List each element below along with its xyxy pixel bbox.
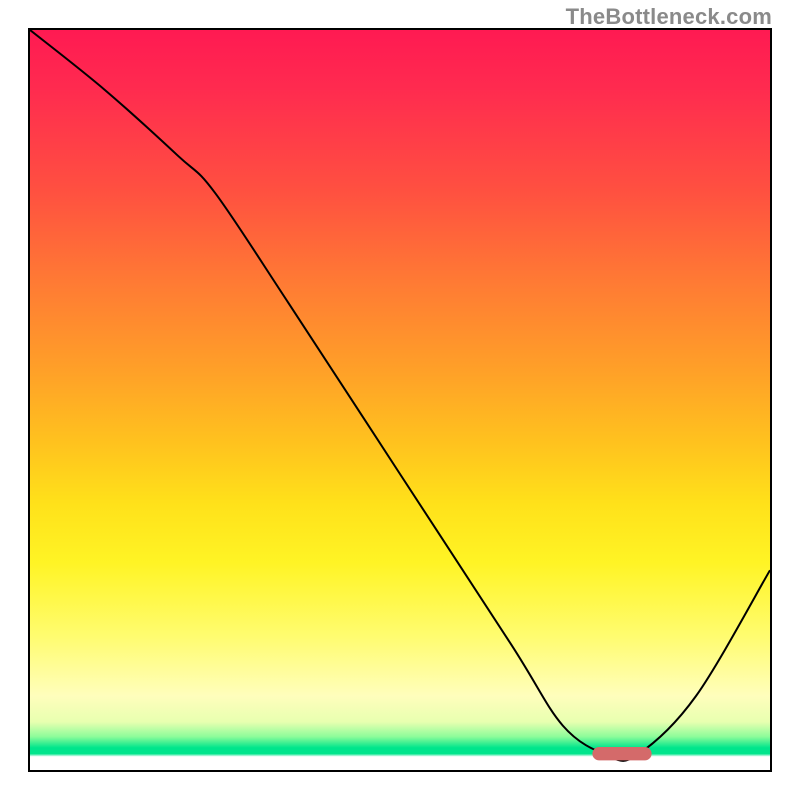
curve-line <box>30 30 770 761</box>
watermark-text: TheBottleneck.com <box>566 4 772 30</box>
chart-overlay-svg <box>30 30 770 770</box>
optimal-marker <box>592 747 651 760</box>
chart-frame: TheBottleneck.com <box>0 0 800 800</box>
plot-area <box>30 30 770 770</box>
